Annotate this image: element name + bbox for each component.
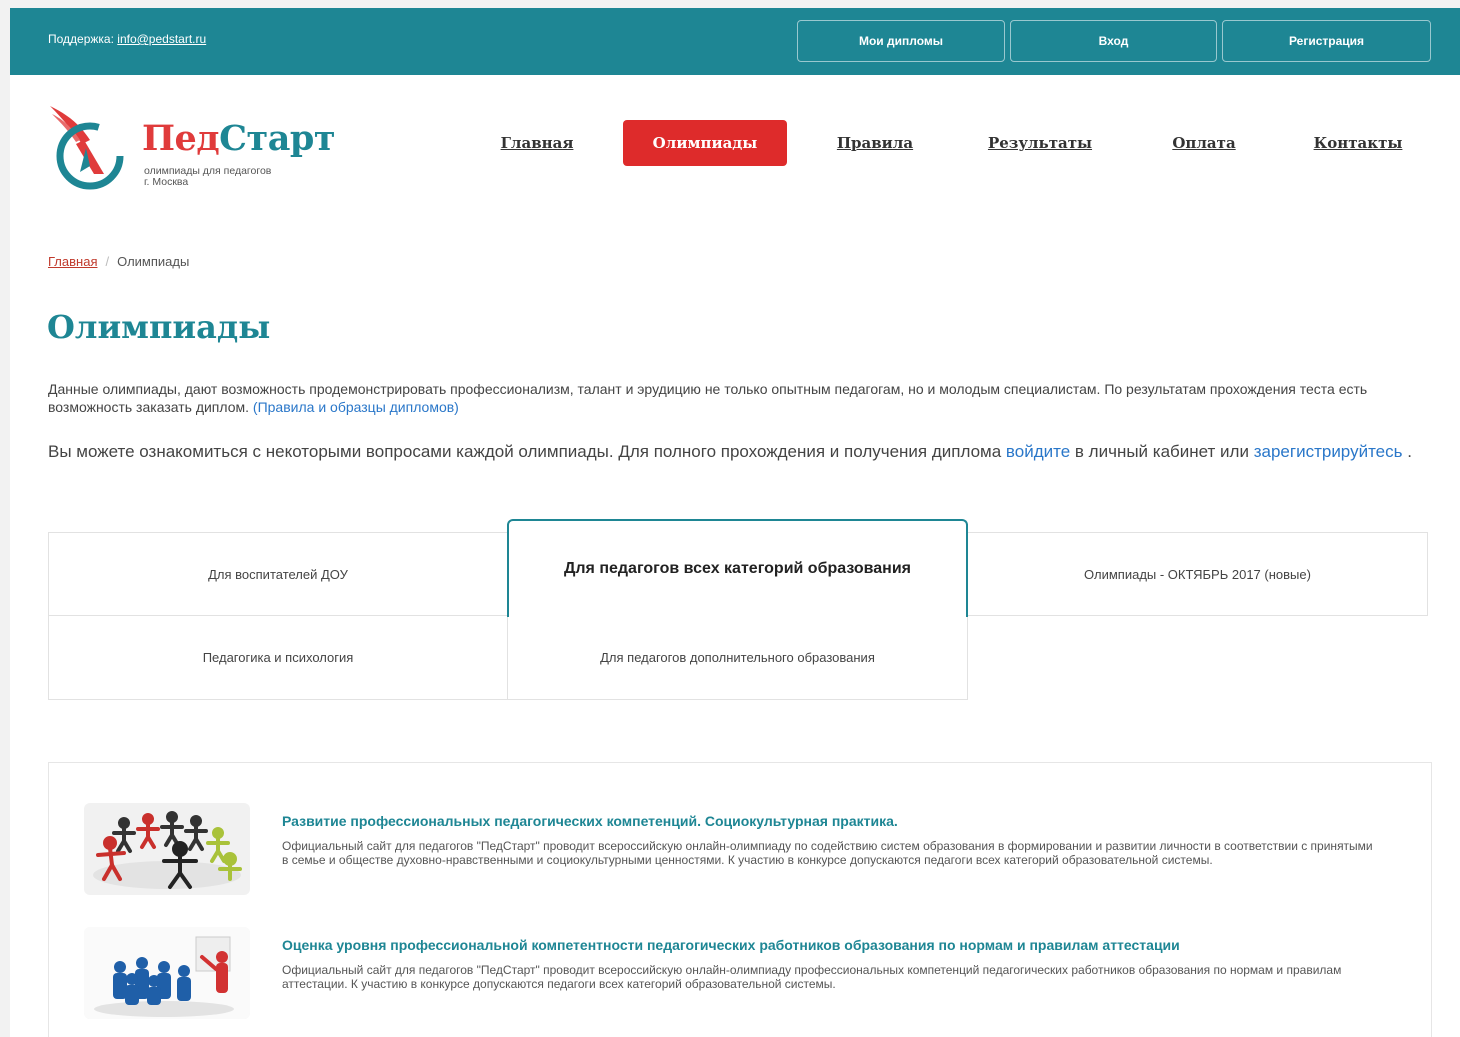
nav-rules[interactable]: Правила xyxy=(816,120,934,166)
logo-title: ПедСтарт xyxy=(142,118,336,159)
tab-dou-educators[interactable]: Для воспитателей ДОУ xyxy=(48,532,508,616)
breadcrumb-current: Олимпиады xyxy=(117,254,190,269)
register-button[interactable]: Регистрация xyxy=(1222,20,1431,62)
intro2-before: Вы можете ознакомиться с некоторыми вопр… xyxy=(48,442,1002,461)
intro-questions-text: Вы можете ознакомиться с некоторыми вопр… xyxy=(48,442,1428,461)
page-title: Олимпиады xyxy=(47,308,271,346)
olympiad-list: Развитие профессиональных педагогических… xyxy=(48,762,1432,1037)
nav-payment[interactable]: Оплата xyxy=(1150,120,1258,166)
olympiad-title-2[interactable]: Оценка уровня профессиональной компетент… xyxy=(282,937,1180,953)
login-button[interactable]: Вход xyxy=(1010,20,1217,62)
nav-contacts[interactable]: Контакты xyxy=(1298,120,1418,166)
logo-title-part1: Пед xyxy=(142,118,220,159)
logo-title-part2: Старт xyxy=(219,118,336,159)
support-label: Поддержка: xyxy=(48,32,114,46)
site-logo[interactable]: ПедСтарт олимпиады для педагогов г. Моск… xyxy=(46,100,346,200)
support-email-link[interactable]: info@pedstart.ru xyxy=(117,32,206,46)
rules-diplomas-link[interactable]: (Правила и образцы дипломов) xyxy=(253,399,459,415)
tab-pedagogy-psychology[interactable]: Педагогика и психология xyxy=(48,616,508,700)
tab-additional-education[interactable]: Для педагогов дополнительного образовани… xyxy=(507,616,968,700)
nav-olympiads[interactable]: Олимпиады xyxy=(623,120,787,166)
olympiad-title-1[interactable]: Развитие профессиональных педагогических… xyxy=(282,813,898,829)
olympiad-desc-1: Официальный сайт для педагогов "ПедСтарт… xyxy=(282,839,1373,867)
nav-results[interactable]: Результаты xyxy=(970,120,1110,166)
top-bar: Поддержка: info@pedstart.ru Мои дипломы … xyxy=(10,8,1460,75)
olympiad-desc-2: Официальный сайт для педагогов "ПедСтарт… xyxy=(282,963,1342,991)
breadcrumb-home-link[interactable]: Главная xyxy=(48,254,97,269)
presentation-people-icon xyxy=(84,927,250,1019)
page: Поддержка: info@pedstart.ru Мои дипломы … xyxy=(10,8,1460,1037)
intro2-middle: в личный кабинет или xyxy=(1074,442,1249,461)
register-link[interactable]: зарегистрируйтесь xyxy=(1254,442,1403,461)
breadcrumb: Главная / Олимпиады xyxy=(48,254,189,269)
tab-october-2017[interactable]: Олимпиады - ОКТЯБРЬ 2017 (новые) xyxy=(967,532,1428,616)
logo-subtitle-line2: г. Москва xyxy=(144,176,189,188)
support-info: Поддержка: info@pedstart.ru xyxy=(48,32,206,46)
olympiad-image-2[interactable] xyxy=(84,927,250,1019)
breadcrumb-separator: / xyxy=(105,254,110,269)
intro-text: Данные олимпиады, дают возможность проде… xyxy=(48,380,1428,416)
logo-subtitle: олимпиады для педагогов г. Москва xyxy=(144,166,271,188)
my-diplomas-button[interactable]: Мои дипломы xyxy=(797,20,1005,62)
nav-home[interactable]: Главная xyxy=(478,120,596,166)
logo-emblem-icon xyxy=(50,106,124,190)
intro2-after: . xyxy=(1407,442,1412,461)
people-circle-icon xyxy=(93,811,242,889)
olympiad-image-1[interactable] xyxy=(84,803,250,895)
intro-body: Данные олимпиады, дают возможность проде… xyxy=(48,381,1368,415)
login-link[interactable]: войдите xyxy=(1006,442,1070,461)
tab-all-categories[interactable]: Для педагогов всех категорий образования xyxy=(507,519,968,617)
